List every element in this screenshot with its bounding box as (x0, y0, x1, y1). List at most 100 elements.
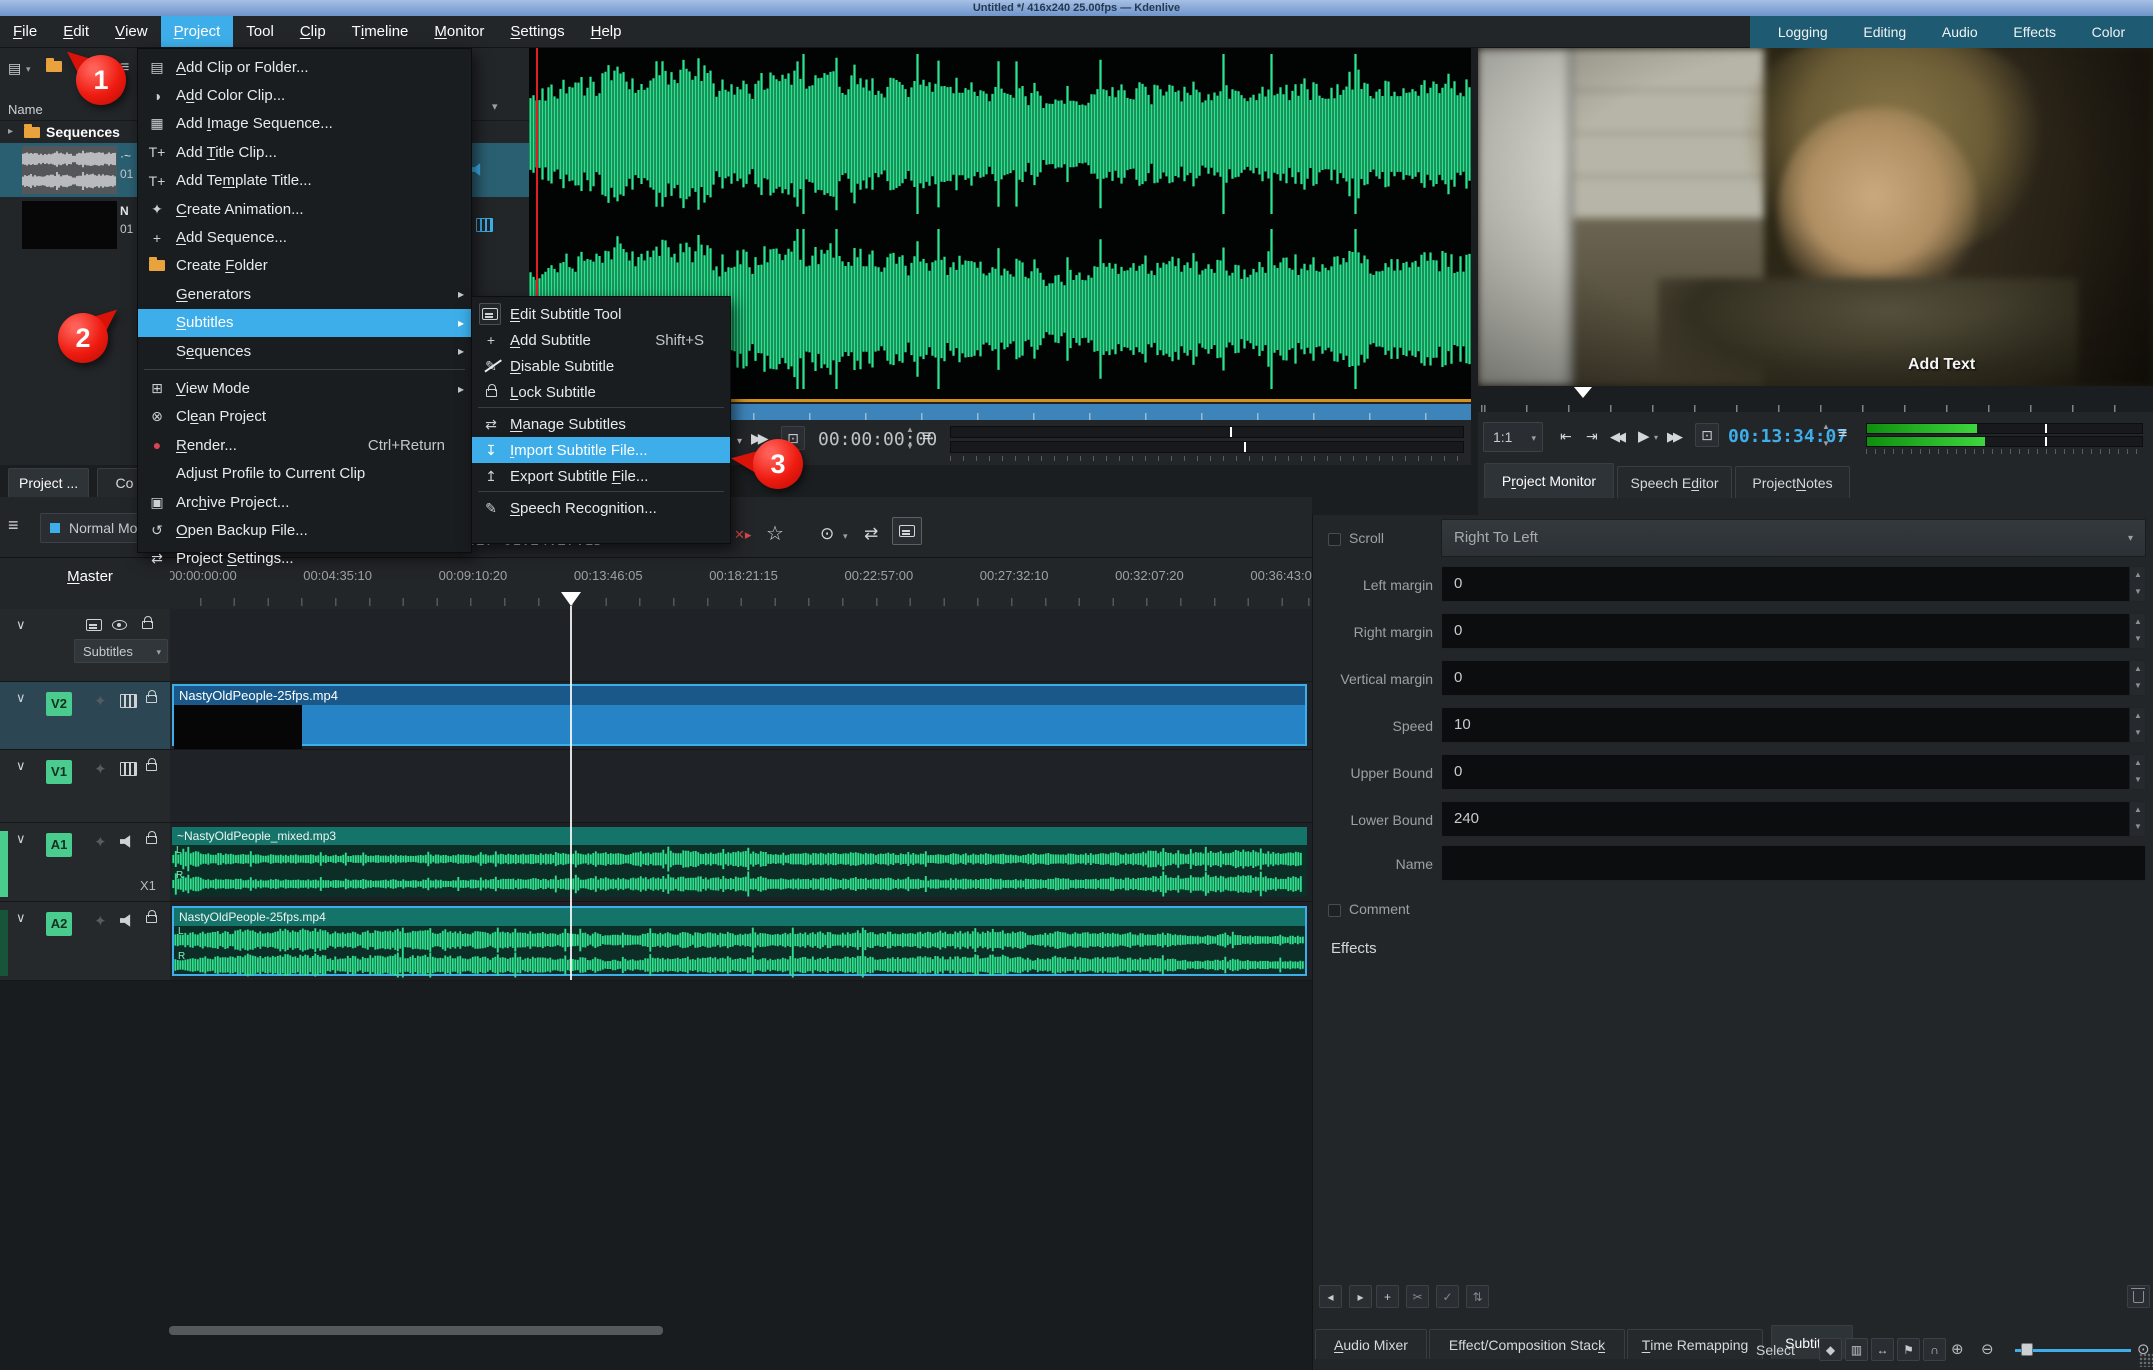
timeline-playhead-head[interactable] (561, 592, 581, 606)
bin-folder-label[interactable]: Sequences (46, 124, 120, 140)
spin-buttons[interactable]: ▲▼ (2129, 708, 2145, 742)
effects-wand-icon[interactable]: ✦ (94, 912, 107, 930)
caret-down-icon[interactable]: ▾ (26, 64, 31, 75)
preview-render-icon[interactable]: ⊙ (820, 524, 834, 544)
spin-down-icon[interactable]: ▼ (2134, 587, 2142, 596)
timeline-menu-icon[interactable]: ≡ (8, 515, 19, 536)
field-input[interactable]: 0▲▼ (1441, 566, 2146, 602)
field-input[interactable]: 10▲▼ (1441, 707, 2146, 743)
menu-item-subtitles[interactable]: Subtitles▸ (138, 309, 471, 337)
track-badge-V2[interactable]: V2 (46, 692, 72, 716)
field-input[interactable]: 0▲▼ (1441, 754, 2146, 790)
spin-up-icon[interactable]: ▲ (2134, 758, 2142, 767)
submenu-item-lock-subtitle[interactable]: Lock Subtitle (472, 379, 730, 405)
spin-down-icon[interactable]: ▼ (1822, 439, 1830, 448)
zoom-slider-handle[interactable] (2021, 1343, 2033, 1356)
menu-settings[interactable]: Settings (497, 16, 577, 47)
menu-project[interactable]: Project (161, 16, 234, 47)
out-point-icon[interactable]: ⇥ (1586, 428, 1598, 445)
clip-monitor-timecode[interactable]: 00:00:00:00 (818, 429, 937, 450)
panel-tab-0[interactable]: Audio Mixer (1315, 1329, 1427, 1359)
track-badge-A1[interactable]: A1 (46, 833, 72, 857)
menu-item-view-mode[interactable]: ⊞View Mode▸ (138, 374, 471, 402)
submenu-item-manage-subtitles[interactable]: ⇄Manage Subtitles (472, 411, 730, 437)
submenu-item-disable-subtitle[interactable]: ✎Disable Subtitle (472, 353, 730, 379)
spin-down-icon[interactable]: ▼ (2134, 775, 2142, 784)
play-icon[interactable]: ▶ (1638, 427, 1650, 445)
rewind-icon[interactable]: ◀◀ (1610, 429, 1622, 445)
project-monitor-ruler[interactable] (1478, 386, 2153, 412)
spin-down-icon[interactable]: ▼ (2134, 822, 2142, 831)
spin-buttons[interactable]: ▲▼ (2129, 802, 2145, 836)
zoom-out-icon[interactable]: ⊖ (1981, 1340, 1994, 1358)
field-input[interactable] (1441, 845, 2146, 881)
menu-item-project-settings[interactable]: ⇄Project Settings... (138, 545, 471, 573)
monitor-menu-icon[interactable]: ≡ (922, 428, 931, 446)
thumbnails-icon[interactable]: ▥ (1845, 1338, 1868, 1361)
add-clip-icon[interactable]: ▤ (8, 60, 21, 77)
effects-wand-icon[interactable]: ✦ (94, 760, 107, 778)
caret-down-icon[interactable]: ▾ (843, 531, 848, 542)
workspace-tab-effects[interactable]: Effects (2007, 24, 2062, 40)
menu-clip[interactable]: Clip (287, 16, 339, 47)
favorite-effects-icon[interactable]: ☆ (766, 521, 784, 546)
play-caret-icon[interactable]: ▾ (737, 436, 742, 447)
spin-buttons[interactable]: ▲▼ (2129, 661, 2145, 695)
monitor-tab-1[interactable]: Speech Editor (1617, 466, 1732, 498)
timeline-playhead-line[interactable] (570, 606, 572, 980)
submenu-item-import-subtitle-file[interactable]: ↧Import Subtitle File... (472, 437, 730, 463)
menu-item-adjust-profile-to-current-clip[interactable]: Adjust Profile to Current Clip (138, 460, 471, 488)
menu-item-create-folder[interactable]: Create Folder (138, 252, 471, 280)
mix-icon[interactable]: ⇅ (1466, 1285, 1489, 1308)
zone-icon[interactable]: ⊡ (1695, 423, 1719, 447)
bin-name-header[interactable]: Name (8, 102, 43, 117)
snap-icon[interactable]: ∩ (1923, 1338, 1946, 1361)
forward-icon[interactable]: ▶▶ (1667, 429, 1679, 445)
video-frame[interactable]: Add Text (1478, 48, 2153, 386)
menu-item-archive-project[interactable]: ▣Archive Project... (138, 488, 471, 516)
menu-item-add-image-sequence[interactable]: ▦Add Image Sequence... (138, 110, 471, 138)
track-badge-A2[interactable]: A2 (46, 912, 72, 936)
collapse-icon[interactable]: ∨ (16, 617, 26, 633)
delete-icon[interactable] (2127, 1285, 2150, 1308)
spin-buttons[interactable]: ▲▼ (2129, 567, 2145, 601)
markers-icon[interactable]: ⚑ (1897, 1338, 1920, 1361)
track-header-V2[interactable]: ∨V2✦ (0, 682, 170, 749)
monitor-overlay-text[interactable]: Add Text (1908, 356, 1975, 374)
project-playhead[interactable] (1574, 387, 1592, 398)
spin-down-icon[interactable]: ▼ (906, 442, 914, 451)
checkbox-comment[interactable] (1328, 904, 1341, 917)
menu-item-add-clip-or-folder[interactable]: ▤Add Clip or Folder... (138, 53, 471, 81)
menu-edit[interactable]: Edit (50, 16, 102, 47)
track-header-A2[interactable]: ∨A2✦ (0, 902, 170, 980)
in-point-icon[interactable]: ⇤ (1560, 428, 1572, 445)
submenu-item-edit-subtitle-tool[interactable]: Edit Subtitle Tool (472, 301, 730, 327)
prev-icon[interactable]: ◂ (1319, 1285, 1342, 1308)
submenu-item-export-subtitle-file[interactable]: ↥Export Subtitle File... (472, 463, 730, 489)
menu-tool[interactable]: Tool (233, 16, 287, 47)
panel-tab-1[interactable]: Effect/Composition Stack (1429, 1329, 1625, 1359)
subtitle-tool-button[interactable] (892, 517, 922, 545)
track-header-subtitles[interactable]: ∨Subtitles▾ (0, 609, 170, 681)
workspace-tab-audio[interactable]: Audio (1936, 24, 1984, 40)
menu-item-open-backup-file[interactable]: ↺Open Backup File... (138, 516, 471, 544)
field-input[interactable]: 0▲▼ (1441, 613, 2146, 649)
spin-up-icon[interactable]: ▲ (2134, 664, 2142, 673)
spin-buttons[interactable]: ▲▼ (2129, 614, 2145, 648)
timeline-empty[interactable] (0, 981, 1312, 1370)
monitor-menu-icon[interactable]: ≡ (1838, 425, 1847, 443)
collapse-icon[interactable]: ∨ (16, 758, 26, 774)
menu-item-render[interactable]: ●Render...Ctrl+Return (138, 431, 471, 459)
sort-caret-icon[interactable]: ▾ (492, 100, 498, 113)
lift-zone-icon[interactable]: ✕▸ (734, 527, 751, 543)
timeline-hscrollbar[interactable] (169, 1326, 663, 1335)
spin-up-icon[interactable]: ▲ (1822, 422, 1830, 431)
menu-item-add-color-clip[interactable]: ◑Add Color Clip... (138, 81, 471, 109)
spin-up-icon[interactable]: ▲ (2134, 805, 2142, 814)
menu-file[interactable]: File (0, 16, 50, 47)
spin-up-icon[interactable]: ▲ (2134, 570, 2142, 579)
expander-icon[interactable]: ▸ (8, 126, 13, 137)
timeline-clip-audio[interactable]: NastyOldPeople-25fps.mp4LR (172, 906, 1307, 976)
timeline-clip-audio[interactable]: ~NastyOldPeople_mixed.mp3LR (172, 827, 1307, 897)
title-bar[interactable]: Untitled */ 416x240 25.00fps — Kdenlive (0, 0, 2153, 16)
